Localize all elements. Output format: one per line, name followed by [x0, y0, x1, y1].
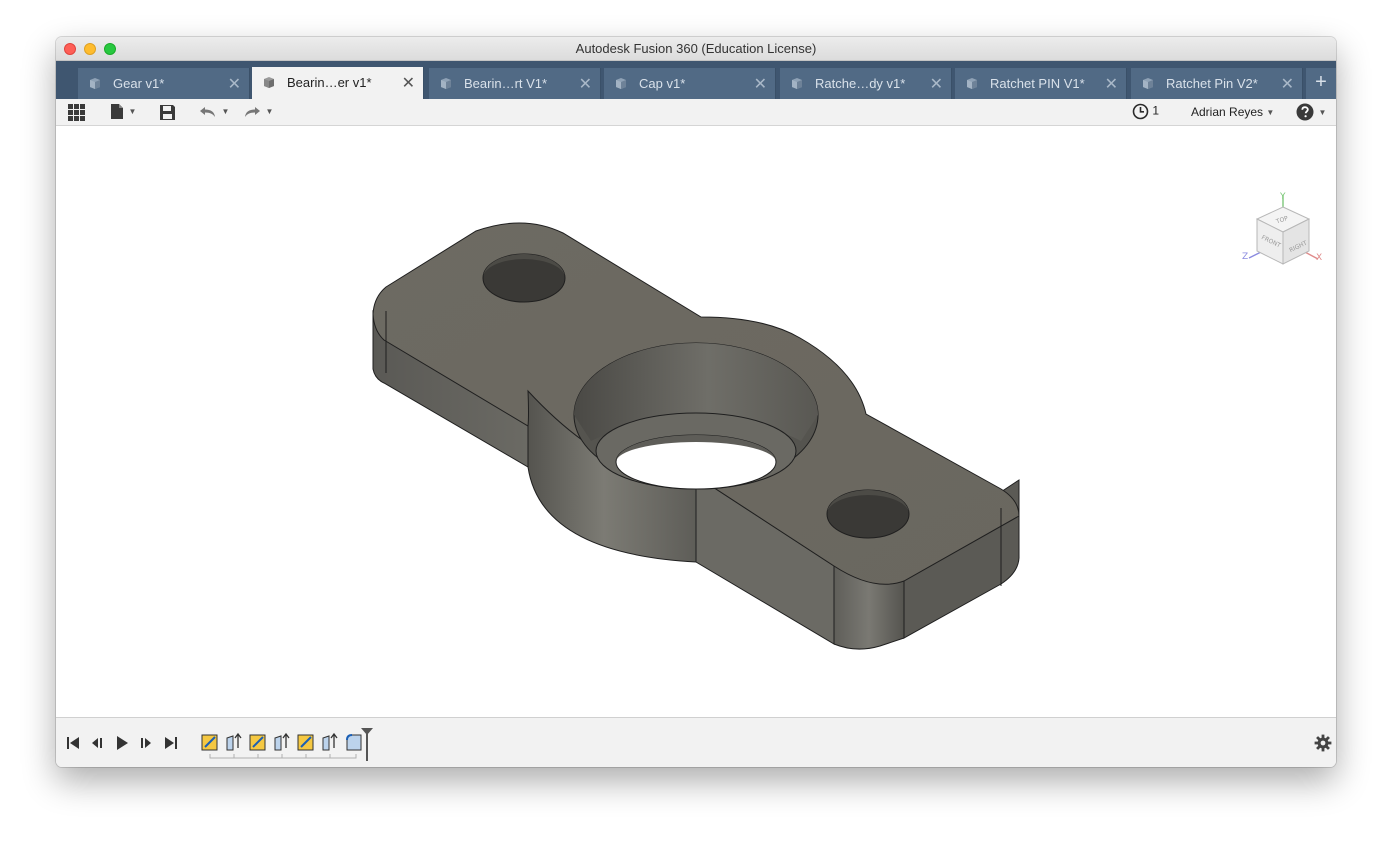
tab-label: Bearin…er v1*	[287, 75, 372, 90]
skip-to-start-icon[interactable]	[65, 735, 81, 751]
timeline-panel	[56, 717, 1336, 767]
document-icon	[264, 77, 274, 88]
undo-button[interactable]: ▼	[199, 103, 231, 122]
user-account-menu[interactable]: Adrian Reyes ▼	[1191, 105, 1274, 119]
document-icon	[90, 78, 100, 89]
timeline-marker-handle[interactable]	[360, 727, 374, 761]
3d-viewport[interactable]: Y X Z TOP FRONT RIGHT	[56, 126, 1336, 717]
title-bar[interactable]: Autodesk Fusion 360 (Education License)	[56, 37, 1336, 61]
job-status-button[interactable]: 1	[1132, 103, 1159, 120]
chevron-down-icon: ▼	[1266, 108, 1275, 118]
tab-close-icon[interactable]: ✕	[579, 74, 592, 94]
application-toolbar: ▼ ▼ ▼ 1 Adrian Reyes ▼ ▼	[56, 99, 1336, 126]
timeline-feature-extrude-1[interactable]	[225, 732, 243, 752]
grid-menu-icon[interactable]	[67, 103, 86, 122]
timeline-track	[209, 754, 357, 759]
document-icon	[1143, 78, 1153, 89]
tab-ratchet-pin-v1[interactable]: Ratchet PIN V1* ✕	[955, 68, 1127, 99]
play-icon[interactable]	[114, 735, 130, 751]
help-icon	[1296, 103, 1314, 121]
step-back-icon[interactable]	[89, 735, 105, 751]
document-icon	[792, 78, 802, 89]
redo-icon	[245, 106, 260, 117]
new-tab-button[interactable]: +	[1306, 68, 1336, 99]
timeline-feature-extrude-2[interactable]	[273, 732, 291, 752]
tab-label: Bearin…rt V1*	[464, 76, 548, 91]
document-icon	[441, 78, 451, 89]
clock-icon	[1132, 103, 1149, 120]
window-title: Autodesk Fusion 360 (Education License)	[575, 41, 817, 56]
file-icon	[111, 104, 123, 120]
tab-label: Gear v1*	[113, 76, 165, 91]
tab-label: Ratchet Pin V2*	[1166, 76, 1258, 91]
tab-ratchet-body[interactable]: Ratche…dy v1* ✕	[780, 68, 952, 99]
tab-cap[interactable]: Cap v1* ✕	[604, 68, 776, 99]
timeline-feature-sketch-1[interactable]	[201, 732, 219, 752]
tab-close-icon[interactable]: ✕	[754, 74, 767, 94]
file-menu-button[interactable]: ▼	[110, 103, 138, 122]
chevron-down-icon: ▼	[265, 107, 274, 117]
document-icon	[967, 78, 977, 89]
document-icon	[616, 78, 626, 89]
tab-close-icon[interactable]: ✕	[930, 74, 943, 94]
axis-z-label: Z	[1242, 252, 1248, 262]
tab-label: Ratche…dy v1*	[815, 76, 906, 91]
axis-y-label: Y	[1279, 192, 1286, 202]
view-cube[interactable]: Y X Z TOP FRONT RIGHT	[1236, 191, 1331, 281]
tab-ratchet-pin-v2[interactable]: Ratchet Pin V2* ✕	[1131, 68, 1303, 99]
help-menu-button[interactable]: ▼	[1296, 103, 1326, 121]
user-name: Adrian Reyes	[1191, 105, 1264, 119]
tab-close-icon[interactable]: ✕	[1281, 74, 1294, 94]
save-icon[interactable]	[159, 103, 176, 122]
document-tab-bar: Gear v1* ✕ Bearin…er v1* ✕ Bearin…rt V1*…	[56, 61, 1336, 99]
redo-button[interactable]: ▼	[243, 103, 275, 122]
chevron-down-icon: ▼	[128, 107, 137, 117]
tab-close-icon[interactable]: ✕	[228, 74, 241, 94]
tab-close-icon[interactable]: ✕	[1105, 74, 1118, 94]
chevron-down-icon: ▼	[221, 107, 230, 117]
timeline-feature-sketch-2[interactable]	[249, 732, 267, 752]
gear-icon[interactable]	[1314, 734, 1332, 752]
job-status-count: 1	[1152, 103, 1160, 118]
tab-label: Ratchet PIN V1*	[990, 76, 1085, 91]
tab-close-icon[interactable]: ✕	[402, 73, 415, 93]
undo-icon	[200, 106, 215, 117]
tab-label: Cap v1*	[639, 76, 686, 91]
axis-x-label: X	[1316, 253, 1322, 263]
app-window: Autodesk Fusion 360 (Education License) …	[56, 37, 1336, 767]
skip-to-end-icon[interactable]	[163, 735, 179, 751]
timeline-feature-extrude-3[interactable]	[321, 732, 339, 752]
bearing-holder-model[interactable]	[56, 126, 1336, 717]
step-forward-icon[interactable]	[138, 735, 154, 751]
tab-gear[interactable]: Gear v1* ✕	[78, 68, 250, 99]
chevron-down-icon: ▼	[1318, 107, 1327, 117]
tab-bearing-holder[interactable]: Bearin…er v1* ✕	[252, 67, 424, 99]
timeline-feature-sketch-3[interactable]	[297, 732, 315, 752]
tab-bearing-insert[interactable]: Bearin…rt V1* ✕	[429, 68, 601, 99]
